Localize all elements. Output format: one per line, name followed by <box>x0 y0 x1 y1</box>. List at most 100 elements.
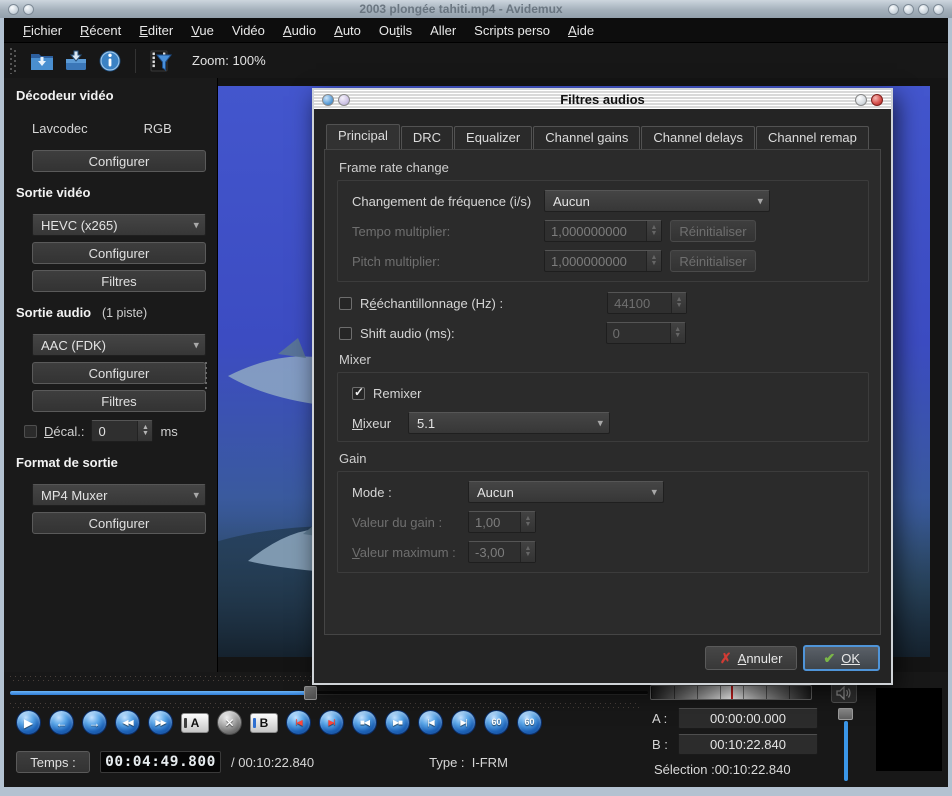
tab-principal[interactable]: Principal <box>326 124 400 150</box>
dialog-menu-button[interactable] <box>322 94 334 106</box>
menu-outils[interactable]: Outils <box>370 20 421 41</box>
zoom-level-label: Zoom: 100% <box>192 53 266 68</box>
tab-channel-delays[interactable]: Channel delays <box>641 126 755 149</box>
next-intra-frame-button[interactable]: ▶I <box>319 710 344 735</box>
menu-vue[interactable]: Vue <box>182 20 223 41</box>
next-frame-button[interactable]: → <box>82 710 107 735</box>
window-maximize-button[interactable] <box>918 4 929 15</box>
video-filters-icon[interactable] <box>147 47 175 75</box>
dialog-buttons: ✗ Annuler ✔ OK <box>705 645 880 671</box>
menu-video[interactable]: Vidéo <box>223 20 274 41</box>
decoder-configure-button[interactable]: Configurer <box>32 150 206 172</box>
resample-row: Rééchantillonnage (Hz) : 44100 ▲▼ <box>339 292 687 314</box>
dialog-close-button[interactable] <box>871 94 883 106</box>
format-configure-button[interactable]: Configurer <box>32 512 206 534</box>
tab-equalizer[interactable]: Equalizer <box>454 126 532 149</box>
menu-auto[interactable]: Auto <box>325 20 370 41</box>
open-file-icon[interactable] <box>28 47 56 75</box>
gain-mode-select[interactable]: Aucun <box>468 481 664 503</box>
marker-a-button[interactable]: A <box>181 713 209 733</box>
mute-button[interactable] <box>831 683 857 703</box>
timeline-slider[interactable] <box>10 686 648 700</box>
video-codec-select[interactable]: HEVC (x265) <box>32 214 206 236</box>
audio-shift-checkbox[interactable] <box>24 425 37 438</box>
menu-recent[interactable]: Récent <box>71 20 130 41</box>
mixeur-label: Mixeur <box>352 416 391 431</box>
timeline-handle[interactable] <box>304 686 317 700</box>
mixeur-select[interactable]: 5.1 <box>408 412 610 434</box>
gain-value-spinbox: 1,00 ▲▼ <box>468 511 536 533</box>
dialog-title: Filtres audios <box>358 92 847 107</box>
window-menu-button[interactable] <box>8 4 19 15</box>
prev-frame-button[interactable]: ← <box>49 710 74 735</box>
next-black-frame-button[interactable]: ▶■ <box>385 710 410 735</box>
menu-aide[interactable]: Aide <box>559 20 603 41</box>
toolbar-drag-handle[interactable] <box>10 48 17 74</box>
window-sticky-button[interactable] <box>888 4 899 15</box>
jog-wheel[interactable] <box>650 685 812 700</box>
audio-shift-spinbox[interactable]: 0 ▲▼ <box>91 420 153 442</box>
frequency-change-select[interactable]: Aucun <box>544 190 770 212</box>
audio-configure-button[interactable]: Configurer <box>32 362 206 384</box>
clear-selection-button[interactable]: ✕ <box>217 710 242 735</box>
cancel-x-icon: ✗ <box>720 650 732 667</box>
menu-audio[interactable]: Audio <box>274 20 325 41</box>
marker-b-button[interactable]: B <box>250 713 278 733</box>
spin-arrows-icon[interactable]: ▲▼ <box>137 421 152 441</box>
window-close-button[interactable] <box>933 4 944 15</box>
rewind-button[interactable]: ◀◀ <box>115 710 140 735</box>
dialog-minimize-button[interactable] <box>855 94 867 106</box>
audio-filters-button[interactable]: Filtres <box>32 390 206 412</box>
audio-codec-select[interactable]: AAC (FDK) <box>32 334 206 356</box>
remix-checkbox[interactable] <box>352 387 365 400</box>
back-60s-button[interactable]: 60 <box>484 710 509 735</box>
menu-editer[interactable]: Editer <box>130 20 182 41</box>
shift-audio-label: Shift audio (ms): <box>360 326 455 341</box>
play-button[interactable]: ▶ <box>16 710 41 735</box>
resample-label: Rééchantillonnage (Hz) : <box>360 296 503 311</box>
info-icon[interactable] <box>96 47 124 75</box>
resample-spinbox: 44100 ▲▼ <box>607 292 687 314</box>
tab-channel-gains[interactable]: Channel gains <box>533 126 640 149</box>
dialog-shade-button[interactable] <box>338 94 350 106</box>
marker-b-label: B : <box>652 737 678 752</box>
tab-drc[interactable]: DRC <box>401 126 453 149</box>
output-format-select[interactable]: MP4 Muxer <box>32 484 206 506</box>
time-mode-button[interactable]: Temps : <box>16 751 90 773</box>
prev-black-frame-button[interactable]: ■◀ <box>352 710 377 735</box>
gain-group: Mode : Aucun Valeur du gain : 1,00 ▲▼ Va… <box>337 471 869 573</box>
last-frame-button[interactable]: ▶| <box>451 710 476 735</box>
fast-forward-button[interactable]: ▶▶ <box>148 710 173 735</box>
volume-slider-track[interactable] <box>844 721 848 781</box>
tab-channel-remap[interactable]: Channel remap <box>756 126 869 149</box>
spin-arrows-icon: ▲▼ <box>646 251 661 271</box>
shift-audio-checkbox[interactable] <box>339 327 352 340</box>
marker-a-value: 00:00:00.000 <box>678 708 818 729</box>
video-configure-button[interactable]: Configurer <box>32 242 206 264</box>
timeline-ticks-bottom <box>10 702 640 708</box>
menu-scripts-perso[interactable]: Scripts perso <box>465 20 559 41</box>
mixer-group: Remixer Mixeur 5.1 <box>337 372 869 442</box>
tempo-reset-button: Réinitialiser <box>670 220 756 242</box>
menu-fichier[interactable]: Fichier <box>14 20 71 41</box>
time-status-row: Temps : 00:04:49.800 / 00:10:22.840 Type… <box>16 751 508 773</box>
video-decoder-heading: Décodeur vidéo <box>16 88 205 103</box>
menu-aller[interactable]: Aller <box>421 20 465 41</box>
gain-max-label: Valeur maximum : <box>352 545 456 560</box>
window-title: 2003 plongée tahiti.mp4 - Avidemux <box>42 2 880 16</box>
video-filters-button[interactable]: Filtres <box>32 270 206 292</box>
cancel-button[interactable]: ✗ Annuler <box>705 646 798 670</box>
save-file-icon[interactable] <box>62 47 90 75</box>
first-frame-button[interactable]: |◀ <box>418 710 443 735</box>
sidebar-splitter-handle[interactable] <box>203 362 209 390</box>
forward-60s-button[interactable]: 60 <box>517 710 542 735</box>
video-output-heading: Sortie vidéo <box>16 185 205 200</box>
ok-button[interactable]: ✔ OK <box>803 645 880 671</box>
marker-a-label: A : <box>652 711 678 726</box>
spin-arrows-icon: ▲▼ <box>671 293 686 313</box>
resample-checkbox[interactable] <box>339 297 352 310</box>
window-minimize-button[interactable] <box>903 4 914 15</box>
window-shade-button[interactable] <box>23 4 34 15</box>
prev-intra-frame-button[interactable]: I◀ <box>286 710 311 735</box>
volume-slider-handle[interactable] <box>838 708 853 720</box>
